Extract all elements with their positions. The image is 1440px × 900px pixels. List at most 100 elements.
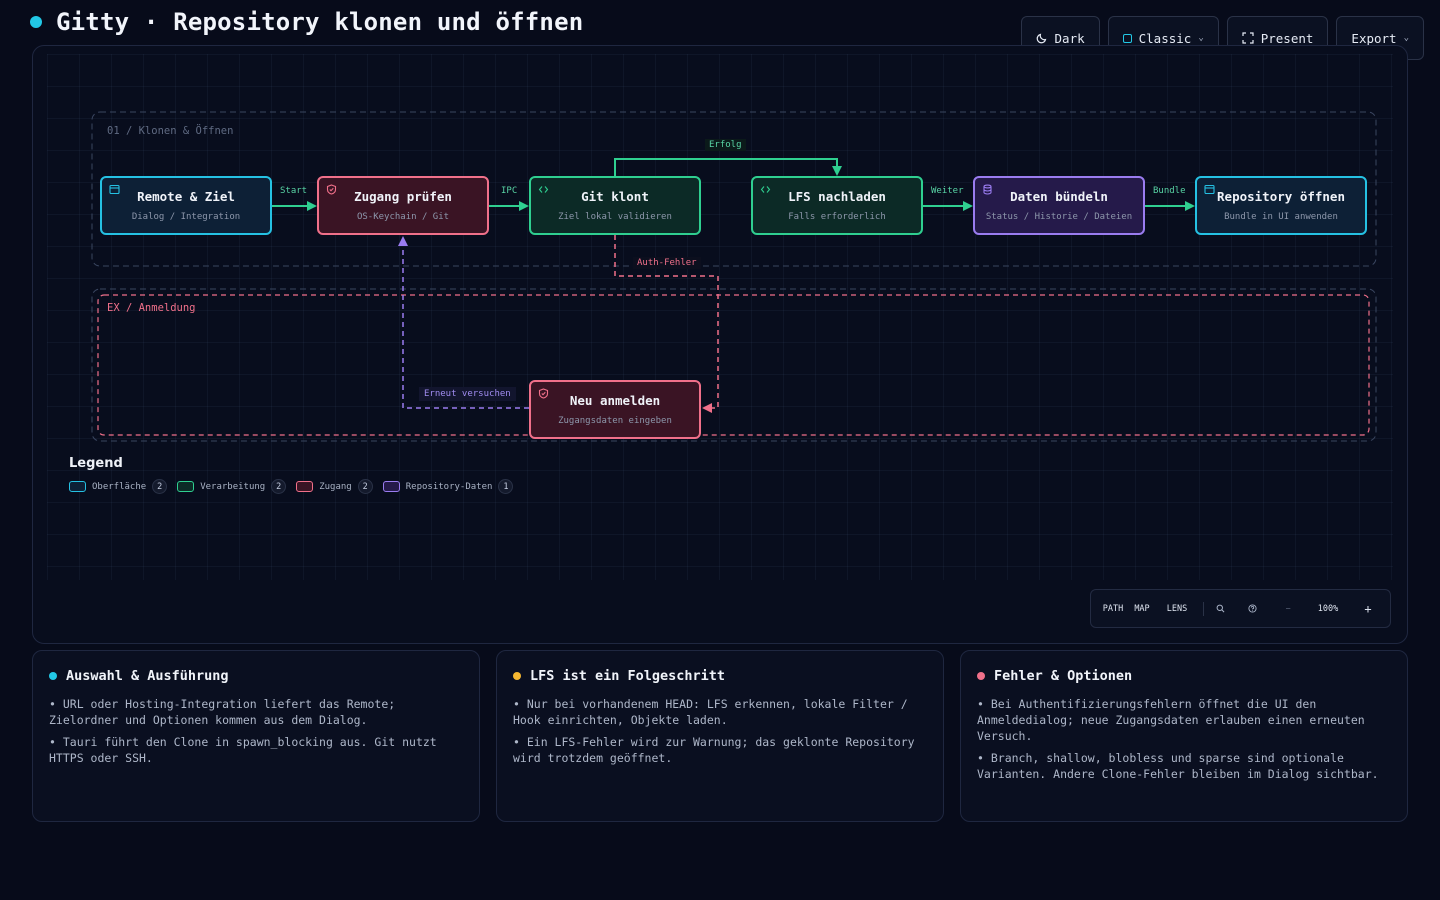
header: Gitty · Repository klonen und öffnen bbox=[30, 6, 583, 38]
group-ex-box bbox=[97, 294, 1370, 436]
legend-title: Legend bbox=[69, 456, 123, 471]
lens-toggle[interactable]: LENS bbox=[1159, 590, 1195, 627]
node-subtitle: OS-Keychain / Git bbox=[356, 212, 450, 222]
code-icon bbox=[760, 186, 771, 193]
zoom-level: 100% bbox=[1317, 603, 1339, 614]
present-label: Present bbox=[1260, 30, 1314, 46]
style-label: Classic bbox=[1138, 30, 1192, 46]
window-icon bbox=[1204, 184, 1215, 195]
edge-label-success: Erfolg bbox=[705, 139, 746, 151]
node-subtitle: Status / Historie / Dateien bbox=[985, 212, 1133, 222]
zoom-out-button[interactable]: − bbox=[1276, 590, 1300, 627]
fullscreen-icon bbox=[1242, 32, 1254, 44]
edge-label-retry: Erneut versuchen bbox=[419, 387, 516, 401]
card-title: LFS ist ein Folgeschritt bbox=[530, 668, 726, 684]
info-card-lfs: LFS ist ein Folgeschritt • Nur bei vorha… bbox=[496, 650, 944, 822]
legend-item-surface[interactable]: Oberfläche 2 bbox=[69, 479, 168, 494]
card-bullet: • Tauri führt den Clone in spawn_blockin… bbox=[49, 735, 437, 765]
node-title: Remote & Ziel bbox=[137, 189, 235, 204]
node-title: Git klont bbox=[581, 189, 649, 204]
chevron-down-icon: ⌄ bbox=[1198, 33, 1204, 43]
map-toggle[interactable]: MAP bbox=[1125, 590, 1159, 627]
legend-label: Oberfläche bbox=[92, 481, 147, 492]
info-card-selection: Auswahl & Ausführung • URL oder Hosting-… bbox=[32, 650, 480, 822]
diagram-connectors bbox=[91, 111, 1377, 442]
card-dot bbox=[49, 672, 57, 680]
legend-item-access[interactable]: Zugang 2 bbox=[296, 479, 373, 494]
group-ex-label: EX / Anmeldung bbox=[107, 302, 196, 314]
page-title: Gitty · Repository klonen und öffnen bbox=[56, 8, 584, 36]
node-lfs-fetch[interactable]: LFS nachladen Falls erforderlich bbox=[751, 176, 923, 235]
database-icon bbox=[983, 184, 992, 195]
card-bullet: • Nur bei vorhandenem HEAD: LFS erkennen… bbox=[513, 697, 908, 727]
node-subtitle: Zugangsdaten eingeben bbox=[558, 416, 672, 426]
export-label: Export bbox=[1351, 30, 1397, 46]
node-subtitle: Falls erforderlich bbox=[788, 212, 886, 222]
node-title: Repository öffnen bbox=[1217, 189, 1345, 204]
node-subtitle: Ziel lokal validieren bbox=[558, 212, 672, 222]
edge-success bbox=[614, 158, 842, 176]
edge-label-next: Weiter bbox=[931, 186, 964, 196]
legend-item-repo-data[interactable]: Repository-Daten 1 bbox=[382, 479, 514, 494]
legend-swatch bbox=[296, 481, 314, 492]
node-remote-target[interactable]: Remote & Ziel Dialog / Integration bbox=[100, 176, 272, 235]
card-bullet: • Bei Authentifizierungsfehlern öffnet d… bbox=[977, 697, 1365, 743]
legend-swatch bbox=[69, 481, 86, 492]
card-bullet: • Ein LFS-Fehler wird zur Warnung; das g… bbox=[513, 735, 915, 765]
info-card-errors: Fehler & Optionen • Bei Authentifizierun… bbox=[960, 650, 1408, 822]
node-open-repository[interactable]: Repository öffnen Bundle in UI anwenden bbox=[1195, 176, 1367, 235]
legend-label: Zugang bbox=[319, 481, 352, 492]
edge-label-ipc: IPC bbox=[501, 186, 518, 196]
card-bullet: • URL oder Hosting-Integration liefert d… bbox=[49, 697, 396, 727]
node-relogin[interactable]: Neu anmelden Zugangsdaten eingeben bbox=[529, 380, 701, 439]
legend-item-processing[interactable]: Verarbeitung 2 bbox=[177, 479, 287, 494]
edge-retry bbox=[398, 236, 529, 409]
view-controls: PATH MAP LENS − 100% + bbox=[1090, 589, 1391, 628]
chevron-down-icon: ⌄ bbox=[1403, 33, 1409, 43]
code-icon bbox=[538, 186, 549, 193]
card-dot bbox=[977, 672, 985, 680]
legend-label: Repository-Daten bbox=[405, 481, 493, 492]
card-bullet: • Branch, shallow, blobless und sparse s… bbox=[977, 751, 1379, 781]
group-main-label: 01 / Klonen & Öffnen bbox=[107, 125, 234, 137]
legend-swatch bbox=[382, 481, 400, 492]
node-check-access[interactable]: Zugang prüfen OS-Keychain / Git bbox=[317, 176, 489, 235]
legend-count: 2 bbox=[357, 479, 373, 494]
legend-label: Verarbeitung bbox=[200, 481, 266, 492]
help-icon bbox=[1247, 604, 1257, 613]
search-button[interactable] bbox=[1212, 590, 1228, 627]
card-title: Fehler & Optionen bbox=[994, 668, 1133, 684]
edge-label-bundle: Bundle bbox=[1153, 186, 1186, 196]
search-icon bbox=[1216, 604, 1224, 613]
diagram-canvas[interactable]: 01 / Klonen & Öffnen EX / Anmeldung Star… bbox=[32, 45, 1408, 644]
legend-count: 1 bbox=[498, 479, 514, 494]
legend-count: 2 bbox=[271, 479, 287, 494]
theme-swatch-icon bbox=[1122, 33, 1132, 43]
node-title: LFS nachladen bbox=[788, 189, 886, 204]
card-dot bbox=[513, 672, 521, 680]
node-git-clone[interactable]: Git klont Ziel lokal validieren bbox=[529, 176, 701, 235]
zoom-in-button[interactable]: + bbox=[1356, 590, 1380, 627]
path-toggle[interactable]: PATH bbox=[1101, 590, 1125, 627]
divider bbox=[1203, 601, 1204, 616]
window-icon bbox=[109, 184, 120, 195]
edge-label-start: Start bbox=[280, 186, 308, 196]
node-bundle-data[interactable]: Daten bündeln Status / Historie / Dateie… bbox=[973, 176, 1145, 235]
node-title: Daten bündeln bbox=[1010, 189, 1108, 204]
shield-icon bbox=[326, 184, 337, 195]
node-subtitle: Dialog / Integration bbox=[131, 212, 241, 222]
dark-mode-label: Dark bbox=[1054, 30, 1085, 46]
moon-icon bbox=[1036, 33, 1046, 44]
edge-label-auth-error: Auth-Fehler bbox=[633, 257, 701, 269]
node-title: Zugang prüfen bbox=[354, 189, 452, 204]
legend-count: 2 bbox=[152, 479, 168, 494]
node-subtitle: Bundle in UI anwenden bbox=[1224, 212, 1338, 222]
legend-swatch bbox=[177, 481, 195, 492]
legend: Legend Oberfläche 2 Verarbeitung 2 Zugan… bbox=[69, 456, 514, 494]
status-dot bbox=[30, 16, 42, 28]
card-title: Auswahl & Ausführung bbox=[66, 668, 229, 684]
help-button[interactable] bbox=[1228, 590, 1276, 627]
shield-icon bbox=[538, 388, 549, 399]
node-title: Neu anmelden bbox=[569, 393, 661, 408]
group-ex-outer-box bbox=[91, 288, 1377, 442]
